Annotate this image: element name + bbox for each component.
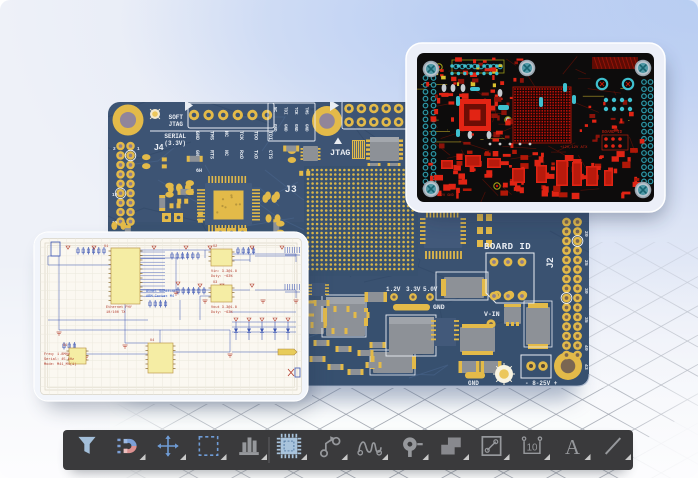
svg-text:X1: X1 bbox=[63, 344, 67, 348]
svg-text:A: A bbox=[565, 437, 580, 459]
svg-text:Vin: 3.3@1.8: Vin: 3.3@1.8 bbox=[211, 269, 237, 274]
svg-text:TDO: TDO bbox=[252, 131, 258, 140]
svg-text:TMS: TMS bbox=[209, 131, 215, 140]
svg-text:GND: GND bbox=[272, 124, 276, 132]
svg-text:JTAG: JTAG bbox=[169, 121, 184, 128]
svg-text:Freq: 1.8MHz: Freq: 1.8MHz bbox=[44, 352, 70, 357]
svg-text:SOFT: SOFT bbox=[169, 114, 184, 121]
svg-text:ARM Cortex M4: ARM Cortex M4 bbox=[146, 294, 174, 299]
svg-text:U3: U3 bbox=[213, 281, 217, 285]
svg-text:BOARD ID: BOARD ID bbox=[484, 242, 531, 252]
svg-text:Serial: 45 kHz: Serial: 45 kHz bbox=[44, 357, 74, 362]
svg-text:GND: GND bbox=[293, 124, 297, 132]
svg-text:TMS: TMS bbox=[304, 107, 308, 115]
svg-text:TDI: TDI bbox=[283, 107, 287, 115]
svg-text:TxD: TxD bbox=[252, 150, 258, 159]
svg-text:Atmel SAM4E16E: Atmel SAM4E16E bbox=[146, 289, 176, 294]
svg-text:1.2V: 1.2V bbox=[386, 286, 401, 293]
svg-text:Mode: M41_M4(1): Mode: M41_M4(1) bbox=[44, 362, 76, 367]
svg-text:U1: U1 bbox=[104, 245, 108, 249]
svg-text:GND: GND bbox=[304, 124, 308, 132]
svg-text:BOARD ID: BOARD ID bbox=[602, 131, 623, 135]
svg-text:NC: NC bbox=[223, 150, 229, 156]
svg-text:Vout 3.3@1.8: Vout 3.3@1.8 bbox=[211, 305, 237, 310]
svg-text:+12V,12V ATX: +12V,12V ATX bbox=[560, 146, 588, 150]
svg-text:Duty: ~63%: Duty: ~63% bbox=[211, 311, 233, 315]
svg-text:2: 2 bbox=[113, 146, 116, 152]
svg-text:1: 1 bbox=[137, 146, 140, 152]
svg-text:J3: J3 bbox=[285, 184, 298, 195]
svg-text:JTAG: JTAG bbox=[330, 148, 350, 158]
svg-text:U2: U2 bbox=[213, 245, 217, 249]
svg-text:Duty: ~63%: Duty: ~63% bbox=[211, 275, 233, 279]
svg-text:Ethernet PHY: Ethernet PHY bbox=[106, 305, 133, 310]
svg-text:35: 35 bbox=[583, 317, 589, 323]
svg-text:V-IN: V-IN bbox=[484, 311, 500, 318]
svg-text:25: 25 bbox=[583, 260, 589, 266]
svg-text:10: 10 bbox=[112, 192, 118, 198]
svg-text:U4: U4 bbox=[150, 339, 154, 343]
svg-text:5.0V: 5.0V bbox=[423, 286, 438, 293]
svg-text:30: 30 bbox=[583, 288, 589, 294]
svg-text:10: 10 bbox=[527, 442, 538, 453]
svg-text:RxD: RxD bbox=[238, 150, 244, 159]
svg-text:TCK: TCK bbox=[293, 107, 297, 115]
svg-text:3.3V: 3.3V bbox=[406, 286, 421, 293]
svg-text:CTS: CTS bbox=[267, 150, 273, 159]
svg-text:43: 43 bbox=[583, 364, 589, 370]
svg-text:(3.3V): (3.3V) bbox=[164, 140, 186, 147]
svg-text:GND: GND bbox=[433, 304, 445, 311]
svg-text:J4: J4 bbox=[154, 142, 164, 152]
svg-text:J2: J2 bbox=[545, 257, 556, 268]
svg-text:GND: GND bbox=[283, 124, 287, 132]
svg-text:TCK: TCK bbox=[238, 131, 244, 140]
svg-text:NC: NC bbox=[272, 107, 276, 113]
svg-text:20: 20 bbox=[583, 231, 589, 237]
svg-text:40: 40 bbox=[583, 345, 589, 351]
svg-text:GND: GND bbox=[194, 131, 200, 140]
svg-text:6H: 6H bbox=[196, 168, 202, 174]
svg-text:NC: NC bbox=[223, 131, 229, 137]
svg-text:SERIAL: SERIAL bbox=[164, 133, 186, 140]
svg-text:RTS: RTS bbox=[209, 150, 215, 159]
svg-text:10/100 TX: 10/100 TX bbox=[106, 310, 126, 315]
